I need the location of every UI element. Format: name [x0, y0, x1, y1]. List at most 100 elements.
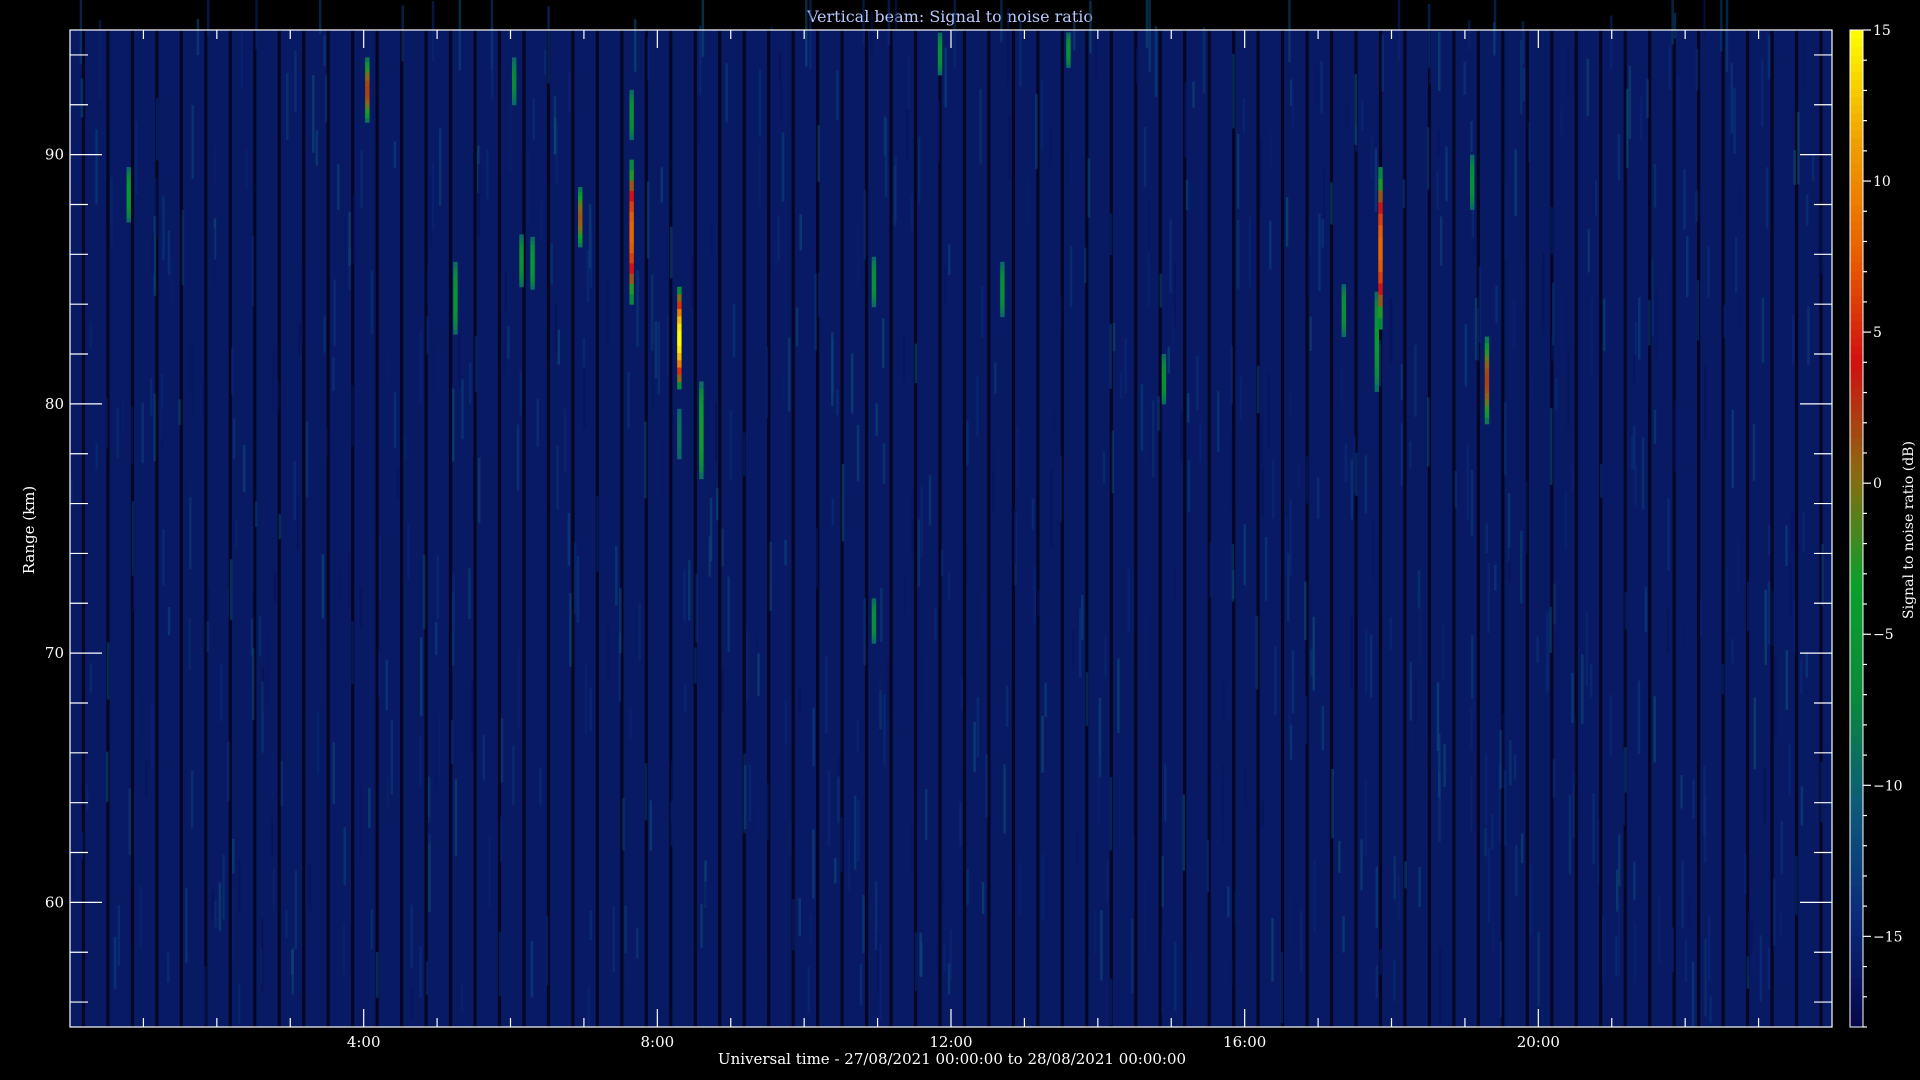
noise-speckle — [1727, 82, 1731, 160]
noise-speckle — [626, 961, 629, 990]
noise-speckle — [240, 31, 244, 90]
noise-speckle — [532, 98, 535, 140]
colorbar-segment — [1850, 187, 1863, 197]
echo-segment — [677, 430, 682, 435]
noise-speckle — [1799, 659, 1803, 694]
colorbar-segment — [1850, 196, 1863, 206]
colorbar-segment — [1850, 619, 1863, 629]
echo-segment — [1378, 305, 1383, 319]
colorbar-segment — [1850, 952, 1863, 962]
noise-speckle — [584, 662, 588, 736]
noise-speckle — [1040, 78, 1044, 151]
echo-segment — [1374, 341, 1380, 350]
noise-speckle — [1747, 911, 1751, 976]
noise-speckle — [1820, 207, 1823, 274]
noise-speckle — [211, 889, 214, 920]
gap-stripe — [791, 30, 795, 1027]
noise-speckle — [1404, 861, 1407, 889]
noise-speckle — [1157, 396, 1160, 431]
noise-speckle — [714, 402, 718, 461]
noise-speckle — [393, 141, 397, 169]
noise-speckle — [1070, 150, 1073, 184]
noise-speckle — [1005, 685, 1009, 727]
noise-speckle — [368, 787, 371, 828]
noise-speckle — [777, 216, 780, 261]
echo-segment — [1161, 375, 1167, 380]
echo-segment — [677, 359, 682, 368]
noise-speckle — [1261, 801, 1264, 827]
noise-speckle — [1816, 416, 1820, 471]
noise-speckle — [691, 257, 695, 309]
echo-segment — [365, 75, 370, 82]
noise-speckle — [1143, 127, 1147, 188]
noise-speckle — [1006, 7, 1010, 86]
noise-speckle — [1105, 860, 1109, 903]
noise-speckle — [1131, 836, 1135, 911]
noise-speckle — [1261, 468, 1264, 519]
noise-speckle — [1041, 853, 1045, 921]
x-tick-label: 20:00 — [1517, 1033, 1560, 1051]
noise-speckle — [1173, 262, 1177, 327]
noise-speckle — [378, 650, 381, 698]
noise-speckle — [222, 854, 225, 920]
gap-stripe — [228, 30, 232, 1027]
colorbar-segment — [1850, 503, 1863, 513]
echo-segment — [629, 159, 634, 171]
noise-speckle — [298, 324, 301, 354]
gap-stripe — [1232, 30, 1236, 1027]
noise-speckle — [1478, 266, 1482, 344]
noise-speckle — [1104, 634, 1107, 678]
noise-speckle — [563, 409, 567, 474]
noise-speckle — [1243, 524, 1246, 586]
echo-segment — [629, 200, 634, 212]
echo-segment — [871, 617, 877, 622]
noise-speckle — [1315, 65, 1319, 107]
echo-segment — [1161, 378, 1167, 384]
noise-speckle — [431, 338, 435, 399]
echo-segment — [1000, 308, 1005, 314]
noise-speckle — [1313, 858, 1316, 933]
noise-speckle — [1463, 61, 1466, 95]
noise-speckle — [1802, 511, 1805, 552]
noise-speckle — [113, 936, 117, 989]
echo-segment — [453, 297, 458, 304]
noise-speckle — [1767, 524, 1771, 555]
noise-speckle — [1487, 562, 1490, 634]
colorbar-segment — [1850, 54, 1863, 64]
echo-segment — [677, 374, 682, 383]
echo-segment — [1161, 400, 1167, 405]
colorbar-segment — [1850, 769, 1863, 779]
colorbar-segment — [1850, 711, 1863, 721]
echo-segment — [453, 308, 458, 314]
noise-speckle — [1439, 216, 1443, 266]
noise-speckle — [837, 776, 840, 824]
colorbar-segment — [1850, 88, 1863, 98]
noise-speckle — [1269, 131, 1273, 167]
noise-speckle — [629, 708, 632, 738]
noise-speckle — [857, 224, 860, 286]
noise-speckle — [1725, 567, 1729, 632]
gap-stripe — [1329, 30, 1334, 1027]
noise-speckle — [836, 389, 839, 416]
noise-speckle — [893, 165, 897, 226]
noise-speckle — [947, 244, 951, 276]
noise-speckle — [1767, 35, 1771, 80]
noise-speckle — [1112, 322, 1116, 351]
noise-speckle — [419, 946, 422, 998]
noise-speckle — [757, 653, 760, 696]
noise-speckle — [321, 554, 325, 619]
echo-segment — [1378, 259, 1383, 272]
noise-speckle — [1779, 911, 1782, 938]
colorbar-segment — [1850, 943, 1863, 953]
colorbar-segment — [1850, 354, 1863, 363]
noise-speckle — [1345, 104, 1349, 132]
noise-speckle — [1083, 247, 1087, 284]
noise-speckle — [1185, 179, 1189, 210]
echo-segment — [1484, 373, 1490, 381]
noise-speckle — [474, 336, 478, 392]
noise-speckle — [1239, 377, 1243, 420]
gap-stripe — [1672, 30, 1676, 1027]
noise-speckle — [1222, 680, 1225, 722]
noise-speckle — [1148, 0, 1151, 72]
x-tick-label: 12:00 — [929, 1033, 972, 1051]
